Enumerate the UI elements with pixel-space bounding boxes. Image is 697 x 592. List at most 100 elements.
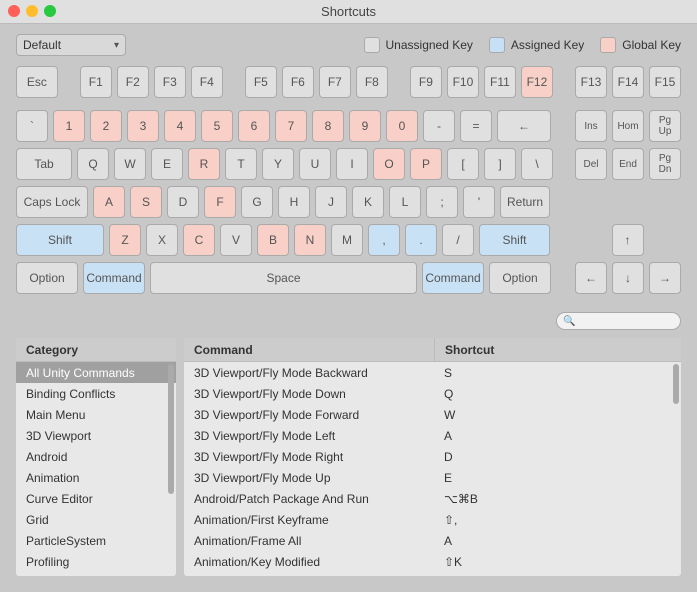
key-home[interactable]: Hom <box>612 110 644 142</box>
key-lbracket[interactable]: [ <box>447 148 479 180</box>
key-v[interactable]: V <box>220 224 252 256</box>
key-s[interactable]: S <box>130 186 162 218</box>
key-period[interactable]: . <box>405 224 437 256</box>
key-lcommand[interactable]: Command <box>83 262 145 294</box>
key-f8[interactable]: F8 <box>356 66 388 98</box>
key-f[interactable]: F <box>204 186 236 218</box>
key-f5[interactable]: F5 <box>245 66 277 98</box>
key-n[interactable]: N <box>294 224 326 256</box>
key-w[interactable]: W <box>114 148 146 180</box>
profile-dropdown[interactable]: Default ▾ <box>16 34 126 56</box>
key-rbracket[interactable]: ] <box>484 148 516 180</box>
key-f14[interactable]: F14 <box>612 66 644 98</box>
category-item[interactable]: Animation <box>16 467 176 488</box>
key-ins[interactable]: Ins <box>575 110 607 142</box>
key-capslock[interactable]: Caps Lock <box>16 186 88 218</box>
search-input[interactable]: 🔍 <box>556 312 681 330</box>
key-f15[interactable]: F15 <box>649 66 681 98</box>
key-f12[interactable]: F12 <box>521 66 553 98</box>
key-backtick[interactable]: ` <box>16 110 48 142</box>
key-pgup[interactable]: Pg Up <box>649 110 681 142</box>
minimize-window-button[interactable] <box>26 5 38 17</box>
key-semicolon[interactable]: ; <box>426 186 458 218</box>
key-pgdn[interactable]: Pg Dn <box>649 148 681 180</box>
key-l[interactable]: L <box>389 186 421 218</box>
category-item[interactable]: Grid <box>16 509 176 530</box>
key-f3[interactable]: F3 <box>154 66 186 98</box>
command-row[interactable]: 3D Viewport/Fly Mode RightD <box>184 446 681 467</box>
command-row[interactable]: 3D Viewport/Fly Mode UpE <box>184 467 681 488</box>
key-m[interactable]: M <box>331 224 363 256</box>
key-backslash[interactable]: \ <box>521 148 553 180</box>
key-e[interactable]: E <box>151 148 183 180</box>
key-backspace[interactable]: ← <box>497 110 551 142</box>
category-item[interactable]: Scene Picking <box>16 572 176 576</box>
key-quote[interactable]: ' <box>463 186 495 218</box>
key-comma[interactable]: , <box>368 224 400 256</box>
category-item[interactable]: Curve Editor <box>16 488 176 509</box>
key-f10[interactable]: F10 <box>447 66 479 98</box>
key-h[interactable]: H <box>278 186 310 218</box>
key-rshift[interactable]: Shift <box>479 224 550 256</box>
key-f1[interactable]: F1 <box>80 66 112 98</box>
key-r[interactable]: R <box>188 148 220 180</box>
key-p[interactable]: P <box>410 148 442 180</box>
category-item[interactable]: All Unity Commands <box>16 362 176 383</box>
category-scrollbar[interactable] <box>168 364 174 574</box>
key-z[interactable]: Z <box>109 224 141 256</box>
key-left[interactable]: ← <box>575 262 607 294</box>
category-item[interactable]: Main Menu <box>16 404 176 425</box>
key-minus[interactable]: - <box>423 110 455 142</box>
key-t[interactable]: T <box>225 148 257 180</box>
category-item[interactable]: Profiling <box>16 551 176 572</box>
key-k[interactable]: K <box>352 186 384 218</box>
key-2[interactable]: 2 <box>90 110 122 142</box>
key-tab[interactable]: Tab <box>16 148 72 180</box>
key-y[interactable]: Y <box>262 148 294 180</box>
key-3[interactable]: 3 <box>127 110 159 142</box>
command-row[interactable]: Animation/Frame AllA <box>184 530 681 551</box>
key-lshift[interactable]: Shift <box>16 224 104 256</box>
key-a[interactable]: A <box>93 186 125 218</box>
command-row[interactable]: Animation/First Keyframe⇧, <box>184 509 681 530</box>
key-6[interactable]: 6 <box>238 110 270 142</box>
key-end[interactable]: End <box>612 148 644 180</box>
key-loption[interactable]: Option <box>16 262 78 294</box>
key-f9[interactable]: F9 <box>410 66 442 98</box>
key-f13[interactable]: F13 <box>575 66 607 98</box>
key-g[interactable]: G <box>241 186 273 218</box>
key-0[interactable]: 0 <box>386 110 418 142</box>
key-9[interactable]: 9 <box>349 110 381 142</box>
key-i[interactable]: I <box>336 148 368 180</box>
command-row[interactable]: Animation/Key SelectedK <box>184 572 681 576</box>
key-b[interactable]: B <box>257 224 289 256</box>
key-8[interactable]: 8 <box>312 110 344 142</box>
key-rcommand[interactable]: Command <box>422 262 484 294</box>
category-item[interactable]: Android <box>16 446 176 467</box>
command-row[interactable]: 3D Viewport/Fly Mode LeftA <box>184 425 681 446</box>
command-scrollbar[interactable] <box>673 364 679 574</box>
key-roption[interactable]: Option <box>489 262 551 294</box>
key-right[interactable]: → <box>649 262 681 294</box>
key-equal[interactable]: = <box>460 110 492 142</box>
key-f4[interactable]: F4 <box>191 66 223 98</box>
key-1[interactable]: 1 <box>53 110 85 142</box>
command-row[interactable]: Android/Patch Package And Run⌥⌘B <box>184 488 681 509</box>
key-q[interactable]: Q <box>77 148 109 180</box>
key-f11[interactable]: F11 <box>484 66 516 98</box>
zoom-window-button[interactable] <box>44 5 56 17</box>
command-row[interactable]: 3D Viewport/Fly Mode BackwardS <box>184 362 681 383</box>
key-up[interactable]: ↑ <box>612 224 644 256</box>
category-item[interactable]: 3D Viewport <box>16 425 176 446</box>
category-item[interactable]: ParticleSystem <box>16 530 176 551</box>
key-5[interactable]: 5 <box>201 110 233 142</box>
key-slash[interactable]: / <box>442 224 474 256</box>
key-f2[interactable]: F2 <box>117 66 149 98</box>
key-f6[interactable]: F6 <box>282 66 314 98</box>
key-u[interactable]: U <box>299 148 331 180</box>
key-4[interactable]: 4 <box>164 110 196 142</box>
key-esc[interactable]: Esc <box>16 66 58 98</box>
key-x[interactable]: X <box>146 224 178 256</box>
key-del[interactable]: Del <box>575 148 607 180</box>
close-window-button[interactable] <box>8 5 20 17</box>
